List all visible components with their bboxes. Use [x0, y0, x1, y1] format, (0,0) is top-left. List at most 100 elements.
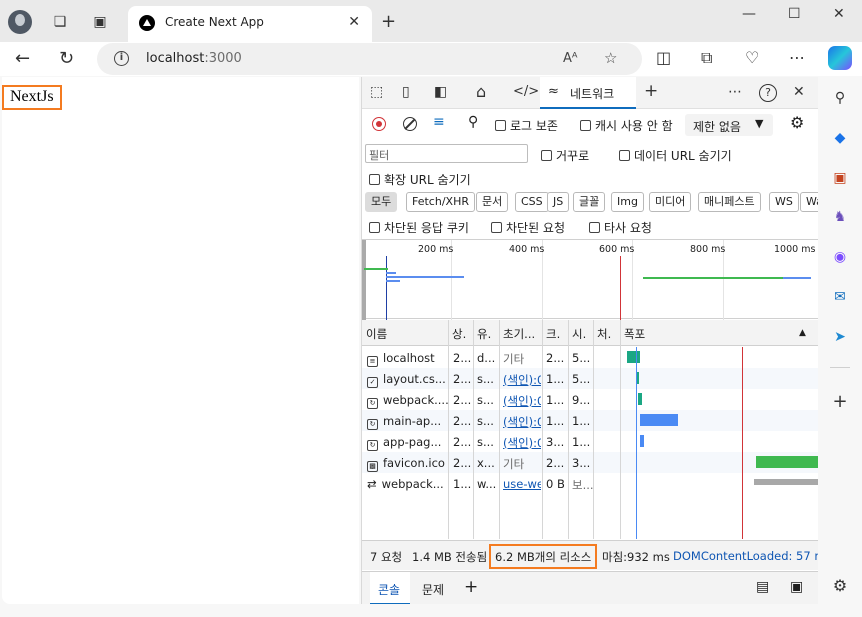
type-filter-font[interactable]: 글꼴: [573, 192, 606, 212]
tab-actions-icon[interactable]: ▣: [90, 12, 110, 32]
profile-avatar[interactable]: [8, 10, 32, 34]
browser-essentials-icon[interactable]: ♡: [745, 48, 759, 67]
close-devtools-icon[interactable]: ✕: [793, 84, 805, 100]
elements-code-icon[interactable]: </>: [513, 84, 539, 99]
shopping-tag-icon[interactable]: ◆: [831, 129, 849, 147]
dock-drawer-icon[interactable]: ▣: [790, 579, 803, 595]
timeline-tick: 400 ms: [509, 244, 545, 255]
close-tab-icon[interactable]: ✕: [348, 14, 360, 30]
type-filter-img[interactable]: Img: [611, 192, 644, 212]
type-filter-js[interactable]: JS: [547, 192, 570, 212]
invert-checkbox[interactable]: 거꾸로: [541, 147, 589, 164]
table-row[interactable]: ✓ layout.cs... 2... s... (색인):0 1... 5...: [362, 368, 818, 389]
filter-input[interactable]: 필터: [365, 144, 528, 163]
drawer-add-tab-icon[interactable]: +: [464, 577, 478, 597]
search-icon[interactable]: ⚲: [468, 114, 478, 130]
column-divider: [593, 320, 594, 539]
help-icon[interactable]: ?: [759, 84, 777, 102]
sidebar-settings-gear-icon[interactable]: ⚙: [831, 577, 849, 595]
type-filter-media[interactable]: 미디어: [649, 192, 692, 212]
address-bar[interactable]: i localhost:3000 Aᴬ ☆: [97, 43, 642, 75]
site-info-icon[interactable]: i: [114, 51, 129, 66]
table-row[interactable]: ↻ app-pag... 2... s... (색인):0 3... 1...: [362, 431, 818, 452]
table-row[interactable]: ⇄ webpack... 1... w... use-we 0 B 보...: [362, 473, 818, 494]
col-initiator[interactable]: 초기...: [503, 326, 535, 342]
blocked-cookies-checkbox[interactable]: 차단된 응답 쿠키: [369, 219, 469, 236]
type-filter-document[interactable]: 문서: [476, 192, 509, 212]
more-menu-icon[interactable]: ⋯: [789, 48, 805, 67]
col-name[interactable]: 이름: [366, 326, 387, 342]
blocked-requests-checkbox[interactable]: 차단된 요청: [491, 219, 565, 236]
row-initiator-link[interactable]: use-we: [503, 477, 541, 491]
waterfall-bar: [638, 393, 642, 405]
workspaces-icon[interactable]: ❏: [50, 12, 70, 32]
collections-icon[interactable]: ⧉: [701, 48, 712, 68]
table-row[interactable]: ▩ favicon.ico 2... x... 기타 2... 3...: [362, 452, 818, 473]
new-tab-icon[interactable]: +: [381, 11, 396, 32]
row-name-cell: ↻ app-pag...: [367, 435, 449, 451]
minimize-icon[interactable]: —: [742, 6, 756, 22]
type-filter-ws[interactable]: WS: [769, 192, 799, 212]
browser-tab[interactable]: Create Next App ✕: [128, 6, 372, 42]
maximize-icon[interactable]: ☐: [788, 6, 801, 22]
col-type[interactable]: 유.: [477, 326, 491, 342]
tab-network[interactable]: ≈ 네트워크: [540, 77, 636, 109]
network-settings-gear-icon[interactable]: ⚙: [790, 113, 804, 132]
preserve-log-checkbox[interactable]: 로그 보존: [495, 117, 558, 134]
favorite-star-icon[interactable]: ☆: [604, 49, 617, 67]
inspect-element-icon[interactable]: ⬚: [370, 84, 383, 100]
third-party-checkbox[interactable]: 타사 요청: [589, 219, 652, 236]
tools-briefcase-icon[interactable]: ▣: [831, 169, 849, 187]
refresh-icon[interactable]: ↻: [59, 48, 74, 69]
type-filter-wasm[interactable]: Wa: [800, 192, 818, 212]
add-tab-icon[interactable]: +: [644, 81, 658, 101]
drawer-tab-console[interactable]: 콘솔: [370, 572, 410, 604]
type-filter-fetch-xhr[interactable]: Fetch/XHR: [406, 192, 475, 212]
hide-data-urls-checkbox[interactable]: 데이터 URL 숨기기: [619, 147, 732, 164]
close-window-icon[interactable]: ✕: [833, 6, 845, 22]
col-waterfall[interactable]: 폭포: [624, 326, 645, 342]
welcome-home-icon[interactable]: ⌂: [476, 82, 486, 101]
hide-extension-urls-checkbox[interactable]: 확장 URL 숨기기: [369, 171, 471, 188]
row-initiator-link[interactable]: (색인):0: [503, 414, 541, 430]
split-screen-icon[interactable]: ◫: [656, 48, 671, 67]
clear-icon[interactable]: [403, 117, 417, 131]
add-sidebar-app-icon[interactable]: +: [831, 393, 849, 411]
table-row[interactable]: ≡ localhost 2... d... 기타 2... 5...: [362, 347, 818, 368]
col-size[interactable]: 크.: [546, 326, 560, 342]
screencast-icon[interactable]: ▤: [756, 579, 769, 595]
col-status[interactable]: 상.: [452, 326, 466, 342]
row-initiator-link[interactable]: (색인):0: [503, 372, 541, 388]
devtools-more-icon[interactable]: ⋯: [728, 84, 742, 100]
games-chess-icon[interactable]: ♞: [831, 208, 849, 226]
read-aloud-icon[interactable]: Aᴬ: [563, 51, 578, 66]
throttling-select[interactable]: 제한 없음 ▼: [685, 114, 773, 136]
row-size: 0 B: [546, 477, 565, 491]
sort-ascending-icon[interactable]: ▲: [799, 328, 806, 338]
filter-funnel-icon[interactable]: ≡: [433, 114, 445, 130]
back-icon[interactable]: ←: [15, 48, 30, 69]
table-row[interactable]: ↻ webpack.... 2... s... (색인):0 1... 9...: [362, 389, 818, 410]
dock-side-icon[interactable]: ◧: [434, 84, 447, 100]
type-filter-manifest[interactable]: 매니페스트: [698, 192, 761, 212]
disable-cache-checkbox[interactable]: 캐시 사용 안 함: [580, 117, 673, 134]
type-filter-css[interactable]: CSS: [515, 192, 549, 212]
send-drop-icon[interactable]: ➤: [831, 328, 849, 346]
row-initiator-link[interactable]: (색인):0: [503, 393, 541, 409]
device-emulation-icon[interactable]: ▯: [402, 84, 410, 100]
outlook-icon[interactable]: ✉: [831, 288, 849, 306]
drawer-tab-issues[interactable]: 문제: [422, 581, 444, 598]
microsoft-365-icon[interactable]: ◉: [831, 248, 849, 266]
record-icon[interactable]: [372, 117, 386, 131]
row-initiator-link[interactable]: (색인):0: [503, 435, 541, 451]
copilot-icon[interactable]: [828, 46, 852, 70]
col-priority[interactable]: 처.: [597, 326, 611, 342]
type-filter-all[interactable]: 모두: [365, 192, 398, 212]
filter-placeholder: 필터: [369, 149, 390, 162]
col-time[interactable]: 시.: [572, 326, 586, 342]
overview-left-handle[interactable]: [362, 240, 366, 320]
table-row[interactable]: ↻ main-ap... 2... s... (색인):0 1... 1...: [362, 410, 818, 431]
search-icon[interactable]: ⚲: [831, 89, 849, 107]
overview-timeline[interactable]: 200 ms 400 ms 600 ms 800 ms 1000 ms: [362, 239, 818, 320]
image-file-icon: ▩: [367, 461, 378, 472]
